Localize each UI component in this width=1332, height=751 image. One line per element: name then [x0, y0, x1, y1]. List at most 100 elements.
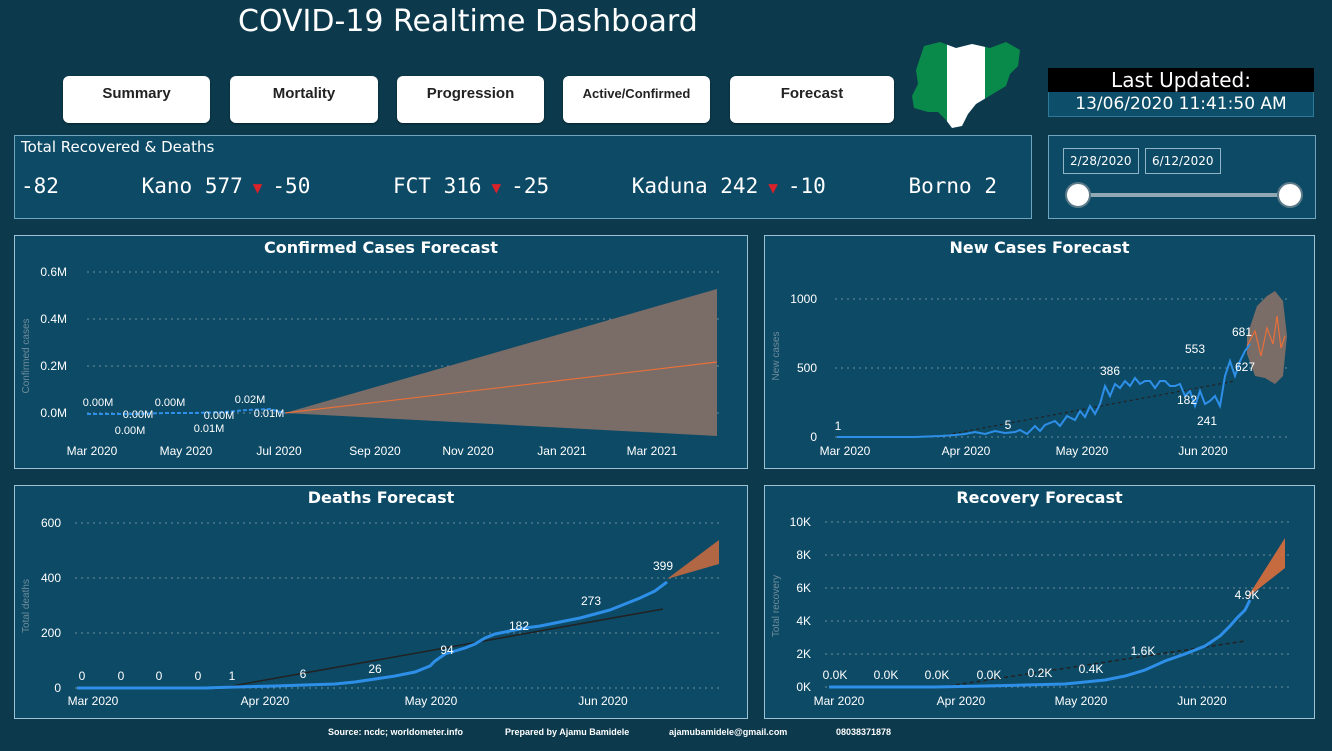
x-tick: Nov 2020 [442, 444, 494, 458]
date-range-slicer: 2/28/2020 6/12/2020 [1048, 135, 1316, 219]
nav-forecast-button[interactable]: Forecast [730, 76, 894, 123]
data-label: 0.00M [83, 397, 114, 409]
y-tick: 10K [790, 515, 811, 529]
footer-email[interactable]: ajamubamidele@gmail.com [669, 727, 787, 737]
data-label: 182 [1177, 393, 1197, 407]
y-tick: 500 [797, 361, 817, 375]
data-label: 1 [835, 419, 842, 433]
x-tick: Mar 2020 [67, 444, 118, 458]
data-label: 627 [1235, 360, 1255, 374]
recovery-forecast-chart: 10K 8K 6K 4K 2K 0K Total recovery 0.0K 0… [771, 515, 1290, 708]
x-tick: Jan 2021 [537, 444, 587, 458]
ticker-item: Kano 577 ▼ -50 [142, 174, 311, 198]
nav-summary-button[interactable]: Summary [63, 76, 210, 123]
nav-active-confirmed-button[interactable]: Active/Confirmed [563, 76, 710, 123]
down-triangle-icon: ▼ [491, 178, 502, 197]
data-label: 399 [653, 559, 673, 573]
slider-end-handle[interactable] [1277, 182, 1303, 208]
last-updated-card: Last Updated: 13/06/2020 11:41:50 AM [1048, 68, 1314, 118]
x-tick: Sep 2020 [349, 444, 401, 458]
forecast-band [667, 540, 719, 579]
data-label: 386 [1100, 364, 1120, 378]
forecast-band [285, 289, 717, 436]
x-tick: Apr 2020 [942, 444, 991, 458]
start-date-field[interactable]: 2/28/2020 [1063, 148, 1139, 174]
data-label: 0.00M [123, 409, 154, 421]
data-label: 0.4K [1079, 662, 1104, 676]
y-axis-label: Confirmed cases [21, 318, 32, 393]
ticker-value: 242 [720, 174, 759, 198]
x-tick: Apr 2020 [937, 694, 986, 708]
x-tick: Jun 2020 [578, 694, 628, 708]
y-tick: 1000 [790, 292, 817, 306]
trend-line [214, 608, 664, 690]
slider-track[interactable] [1077, 193, 1289, 197]
y-axis-label: Total deaths [21, 579, 32, 633]
new-cases-forecast-chart: 1000 500 0 New cases 1 5 386 553 182 241… [771, 291, 1290, 458]
down-triangle-icon: ▼ [768, 178, 778, 197]
last-updated-label: Last Updated: [1048, 68, 1314, 92]
ticker-title: Total Recovered & Deaths [21, 138, 215, 156]
trend-line [934, 380, 1236, 438]
ticker-state: Kaduna [631, 174, 708, 198]
ticker-item: Kaduna 242 ▼ -10 [632, 174, 826, 198]
data-label: 273 [581, 594, 601, 608]
deaths-forecast-chart: 600 400 200 0 Total deaths 0 0 0 0 1 6 2… [21, 516, 720, 708]
x-tick: May 2020 [1056, 444, 1109, 458]
y-axis-label: New cases [771, 332, 782, 381]
data-label: 1.6K [1131, 644, 1156, 658]
y-tick: 0.6M [40, 265, 67, 279]
recovered-deaths-ticker: Total Recovered & Deaths -82 Kano 577 ▼ -5… [14, 135, 1032, 219]
y-tick: 0.4M [40, 312, 67, 326]
y-tick: 2K [796, 647, 811, 661]
confirmed-forecast-panel: Confirmed Cases Forecast 0.6M 0.4M 0.2M … [14, 235, 748, 469]
nav-progression-button[interactable]: Progression [397, 76, 544, 123]
data-label: 0.2K [1028, 666, 1053, 680]
data-label: 182 [509, 619, 529, 633]
x-tick: Mar 2021 [627, 444, 678, 458]
y-tick: 600 [41, 516, 61, 530]
data-label: 0 [118, 669, 125, 683]
data-label: 0.01M [254, 408, 285, 420]
recovery-forecast-panel: Recovery Forecast 10K 8K 6K 4K 2K 0K Tot… [764, 485, 1315, 719]
y-tick: 8K [796, 548, 811, 562]
down-triangle-icon: ▼ [252, 178, 263, 197]
y-tick: 0.0M [40, 406, 67, 420]
ticker-item: FCT 316 ▼ -25 [393, 174, 549, 198]
data-label: 0.0K [925, 668, 950, 682]
x-tick: Mar 2020 [814, 694, 865, 708]
ticker-value: 316 [443, 174, 482, 198]
confirmed-forecast-chart: 0.6M 0.4M 0.2M 0.0M Confirmed cases 0.00… [21, 265, 720, 458]
y-tick: 0.2M [40, 359, 67, 373]
data-label: 0.0K [874, 668, 899, 682]
slider-start-handle[interactable] [1065, 182, 1091, 208]
x-tick: Jul 2020 [256, 444, 302, 458]
x-tick: Mar 2020 [68, 694, 119, 708]
data-label: 0.02M [235, 394, 266, 406]
nav-mortality-button[interactable]: Mortality [230, 76, 378, 123]
y-tick: 200 [41, 626, 61, 640]
new-cases-forecast-panel: New Cases Forecast 1000 500 0 New cases … [764, 235, 1315, 469]
y-tick: 6K [796, 581, 811, 595]
footer-phone: 08038371878 [836, 727, 892, 737]
y-tick: 4K [796, 614, 811, 628]
data-label: 6 [300, 667, 307, 681]
y-tick: 400 [41, 571, 61, 585]
page-title: COVID-19 Realtime Dashboard [238, 4, 698, 39]
data-label: 553 [1185, 342, 1205, 356]
data-label: 0.0K [977, 668, 1002, 682]
x-tick: May 2020 [1055, 694, 1108, 708]
data-label: 0.00M [155, 397, 186, 409]
data-label: 94 [440, 643, 454, 657]
x-tick: Apr 2020 [241, 694, 290, 708]
ticker-row: -82 Kano 577 ▼ -50 FCT 316 ▼ -25 Kaduna 242 ▼… [21, 174, 1031, 198]
ticker-state: Kano [141, 174, 193, 198]
deaths-forecast-panel: Deaths Forecast 600 400 200 0 Total deat… [14, 485, 748, 719]
ticker-state: FCT [393, 174, 431, 198]
data-label: 0.00M [204, 410, 235, 422]
y-axis-label: Total recovery [771, 575, 782, 637]
ticker-lead: -82 [21, 174, 59, 198]
end-date-field[interactable]: 6/12/2020 [1145, 148, 1221, 174]
data-label: 241 [1197, 414, 1217, 428]
x-tick: May 2020 [160, 444, 213, 458]
